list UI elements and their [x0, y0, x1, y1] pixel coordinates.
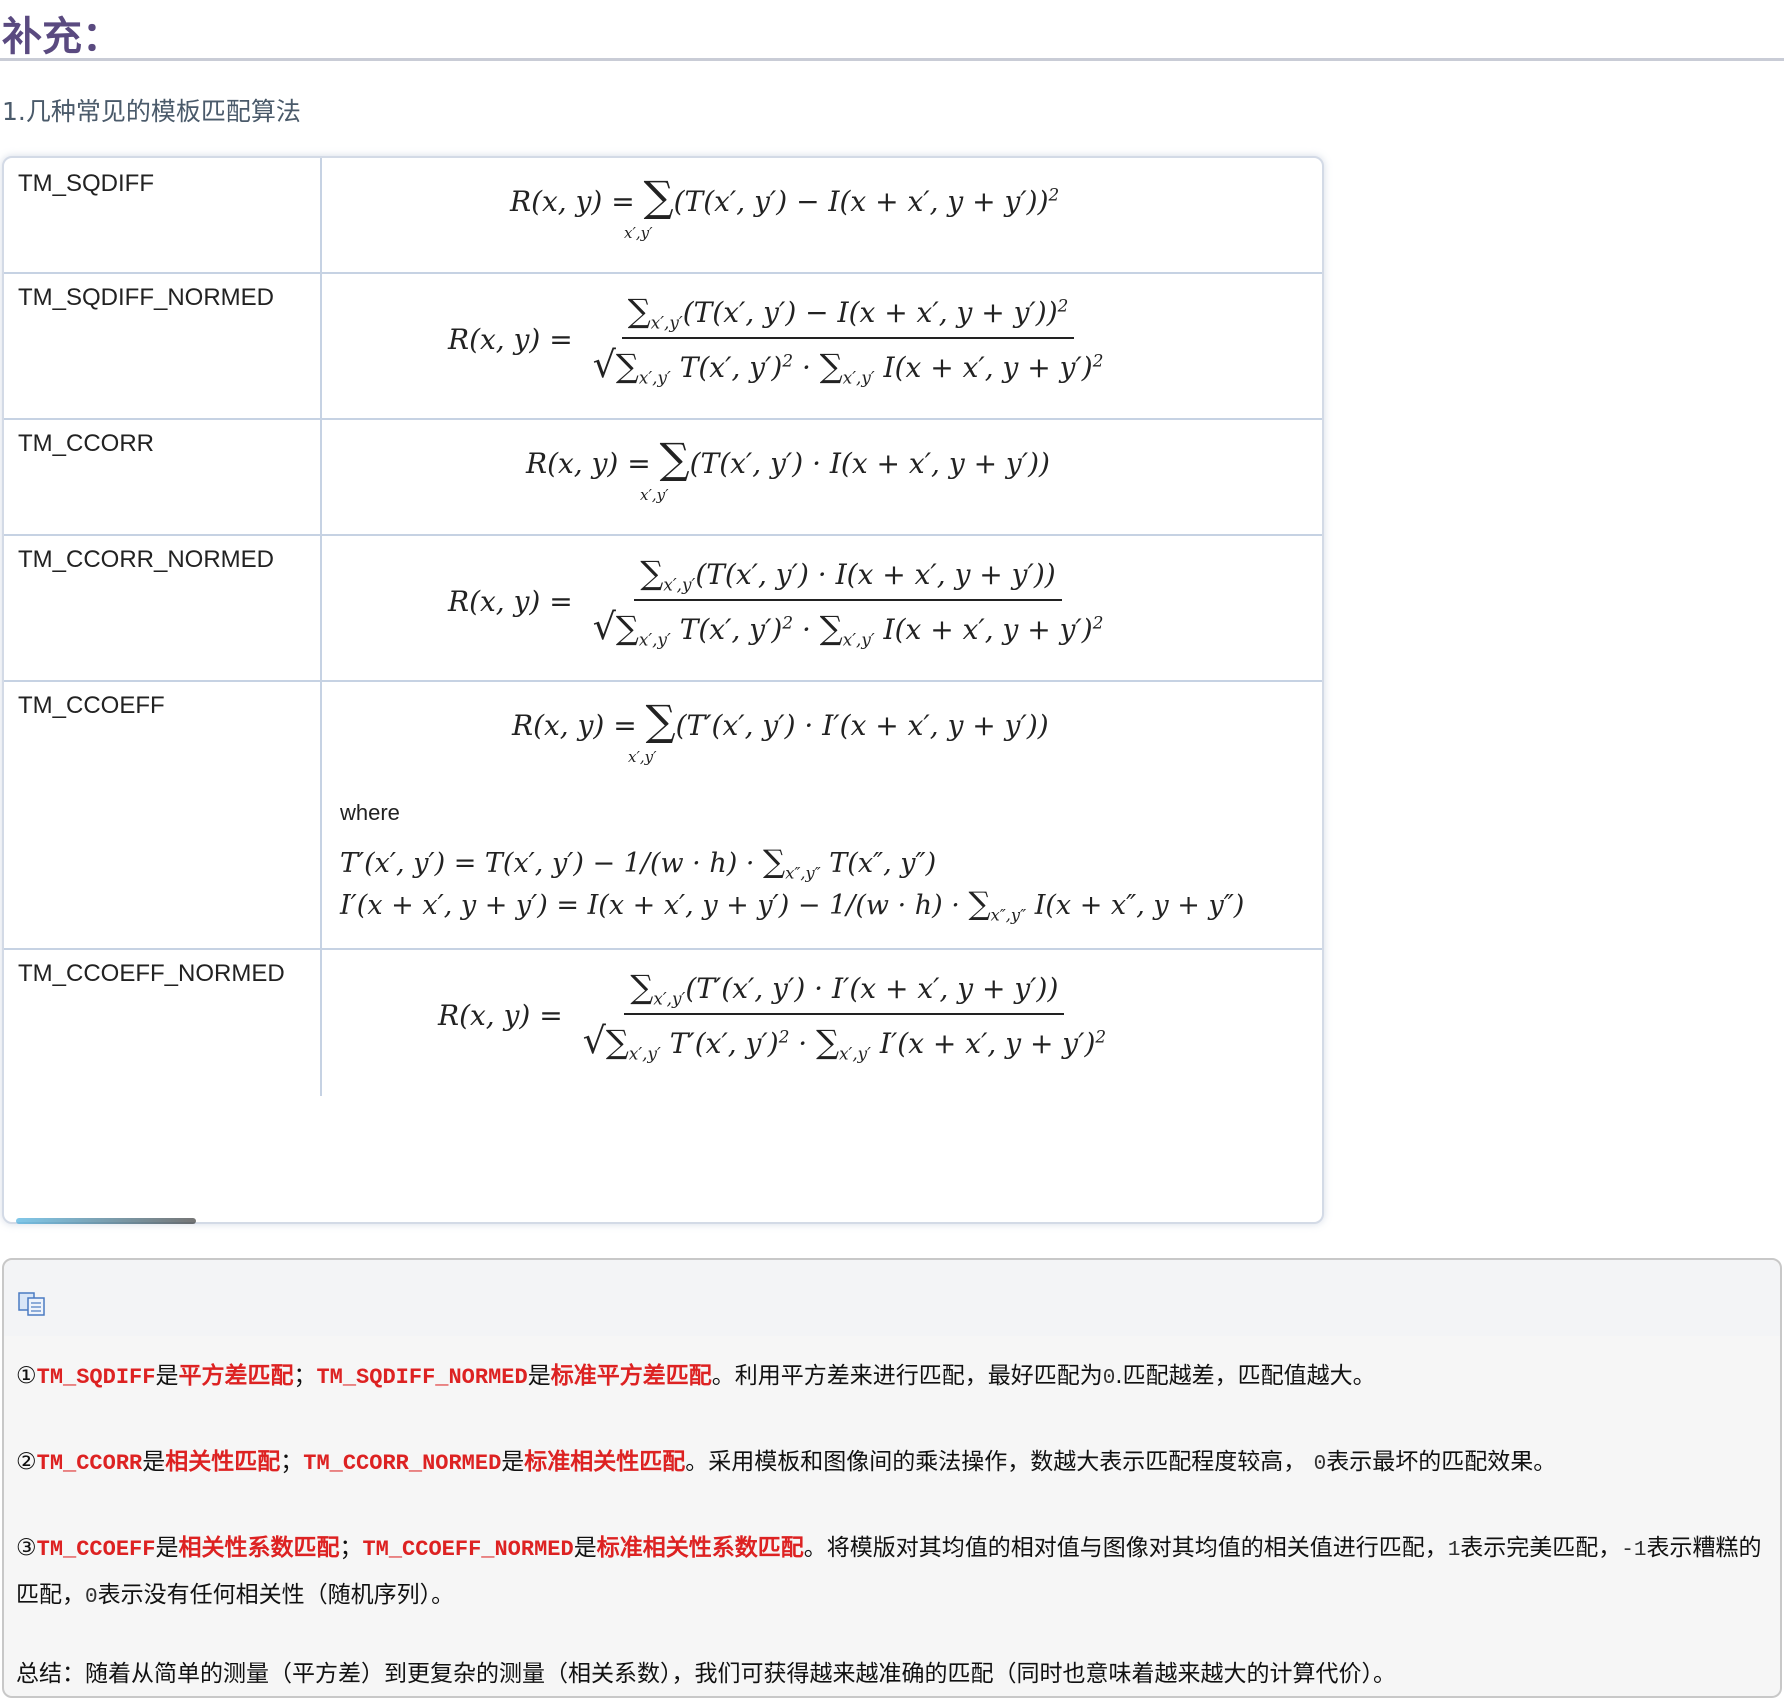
formula-cell: R(x, y) = ∑x′,y′(T′(x′, y′) · I′(x + x′,… [324, 948, 1320, 1096]
bullet-mark: ① [16, 1363, 37, 1389]
formula-subscript: x′,y′ [624, 224, 653, 242]
method-desc: 相关性匹配 [165, 1449, 281, 1475]
subtitle: 1.几种常见的模板匹配算法 [2, 97, 301, 126]
table-row: TM_CCOEFF R(x, y) = ∑(T′(x′, y′) · I′(x … [4, 680, 1322, 950]
formula-cell: R(x, y) = ∑(T(x′, y′) · I(x + x′, y + y′… [324, 418, 1320, 534]
text: 表示最坏的匹配效果。 [1326, 1449, 1557, 1475]
formula: R(x, y) = ∑x′,y′(T(x′, y′) − I(x + x′, y… [448, 292, 1104, 388]
method-code: TM_CCOEFF [36, 1537, 156, 1562]
text: 表示没有任何相关性（随机序列）。 [97, 1582, 455, 1608]
table-row: TM_CCORR_NORMED R(x, y) = ∑x′,y′(T(x′, y… [4, 534, 1322, 682]
method-table: TM_SQDIFF R(x, y) = ∑(T(x′, y′) − I(x + … [2, 156, 1324, 1224]
method-desc: 标准平方差匹配 [550, 1363, 712, 1389]
code-toolbar [4, 1260, 1780, 1336]
value: 0 [85, 1586, 98, 1609]
formula: R(x, y) = ∑(T(x′, y′) − I(x + x′, y + y′… [510, 172, 1060, 221]
formula-cell: R(x, y) = ∑(T(x′, y′) − I(x + x′, y + y′… [324, 158, 1320, 272]
note-summary: 总结：随着从简单的测量（平方差）到更复杂的测量（相关系数），我们可获得越来越准确… [16, 1661, 1396, 1687]
text: 。采用模板和图像间的乘法操作，数越大表示匹配程度较高， [685, 1449, 1314, 1475]
copy-icon[interactable] [18, 1292, 46, 1316]
table-row: TM_CCORR R(x, y) = ∑(T(x′, y′) · I(x + x… [4, 418, 1322, 536]
formula-cell: R(x, y) = ∑x′,y′(T(x′, y′) · I(x + x′, y… [324, 534, 1320, 680]
section-heading: 补充： [0, 0, 1784, 61]
text: 。利用平方差来进行匹配，最好匹配为 [711, 1363, 1103, 1389]
text: 表示完美匹配， [1460, 1535, 1622, 1561]
value: 0 [1313, 1453, 1327, 1476]
method-code: TM_SQDIFF_NORMED [316, 1365, 528, 1390]
table-row: TM_CCOEFF_NORMED R(x, y) = ∑x′,y′(T′(x′,… [4, 948, 1322, 1096]
text: ； [293, 1363, 317, 1389]
text: 是 [501, 1449, 525, 1475]
note-paragraph-3: ③TM_CCOEFF是相关性系数匹配；TM_CCOEFF_NORMED是标准相关… [16, 1526, 1776, 1620]
method-code: TM_CCORR_NORMED [303, 1451, 502, 1476]
text: ； [280, 1449, 304, 1475]
formula: R(x, y) = ∑x′,y′(T(x′, y′) · I(x + x′, y… [448, 554, 1104, 650]
method-name: TM_SQDIFF [4, 158, 322, 272]
heading-text: 补充： [2, 14, 122, 60]
value: 1 [1447, 1539, 1461, 1562]
note-paragraph-2: ②TM_CCORR是相关性匹配；TM_CCORR_NORMED是标准相关性匹配。… [16, 1440, 1776, 1487]
formula: R(x, y) = ∑(T′(x′, y′) · I′(x + x′, y + … [512, 696, 1049, 745]
table-row: TM_SQDIFF_NORMED R(x, y) = ∑x′,y′(T(x′, … [4, 272, 1322, 420]
method-name: TM_CCORR_NORMED [4, 534, 322, 680]
bullet-mark: ③ [16, 1535, 37, 1561]
note-paragraph-1: ①TM_SQDIFF是平方差匹配；TM_SQDIFF_NORMED是标准平方差匹… [16, 1354, 1776, 1401]
method-name: TM_CCORR [4, 418, 322, 534]
formula: R(x, y) = ∑x′,y′(T′(x′, y′) · I′(x + x′,… [438, 968, 1107, 1064]
method-name: TM_CCOEFF [4, 680, 322, 948]
table-row: TM_SQDIFF R(x, y) = ∑(T(x′, y′) − I(x + … [4, 158, 1322, 274]
method-desc: 平方差匹配 [178, 1363, 294, 1389]
text: 是 [155, 1535, 179, 1561]
method-desc: 相关性系数匹配 [178, 1535, 340, 1561]
text: 。将模版对其均值的相对值与图像对其均值的相关值进行匹配， [803, 1535, 1448, 1561]
method-desc: 标准相关性匹配 [524, 1449, 686, 1475]
formula-cell: R(x, y) = ∑x′,y′(T(x′, y′) − I(x + x′, y… [324, 272, 1320, 418]
value: -1 [1621, 1539, 1647, 1562]
method-code: TM_CCOEFF_NORMED [362, 1537, 574, 1562]
text: ； [339, 1535, 363, 1561]
value: 0 [1102, 1367, 1116, 1390]
text: 是 [527, 1363, 551, 1389]
text: 是 [142, 1449, 166, 1475]
where-label: where [340, 800, 400, 825]
text: 是 [573, 1535, 597, 1561]
formula-subscript: x′,y′ [628, 748, 657, 766]
bullet-mark: ② [16, 1449, 37, 1475]
method-name: TM_SQDIFF_NORMED [4, 272, 322, 418]
code-note-box: ①TM_SQDIFF是平方差匹配；TM_SQDIFF_NORMED是标准平方差匹… [2, 1258, 1782, 1698]
formula-t-prime: T′(x′, y′) = T(x′, y′) − 1/(w · h) · ∑x″… [340, 844, 937, 883]
method-desc: 标准相关性系数匹配 [596, 1535, 804, 1561]
table-shadow [16, 1218, 196, 1224]
formula: R(x, y) = ∑(T(x′, y′) · I(x + x′, y + y′… [526, 434, 1050, 483]
text: .匹配越差，匹配值越大。 [1115, 1363, 1376, 1389]
formula-subscript: x′,y′ [640, 486, 669, 504]
text: 是 [155, 1363, 179, 1389]
method-code: TM_CCORR [36, 1451, 143, 1476]
method-code: TM_SQDIFF [36, 1365, 156, 1390]
method-name: TM_CCOEFF_NORMED [4, 948, 322, 1096]
formula-i-prime: I′(x + x′, y + y′) = I(x + x′, y + y′) −… [340, 886, 1245, 925]
